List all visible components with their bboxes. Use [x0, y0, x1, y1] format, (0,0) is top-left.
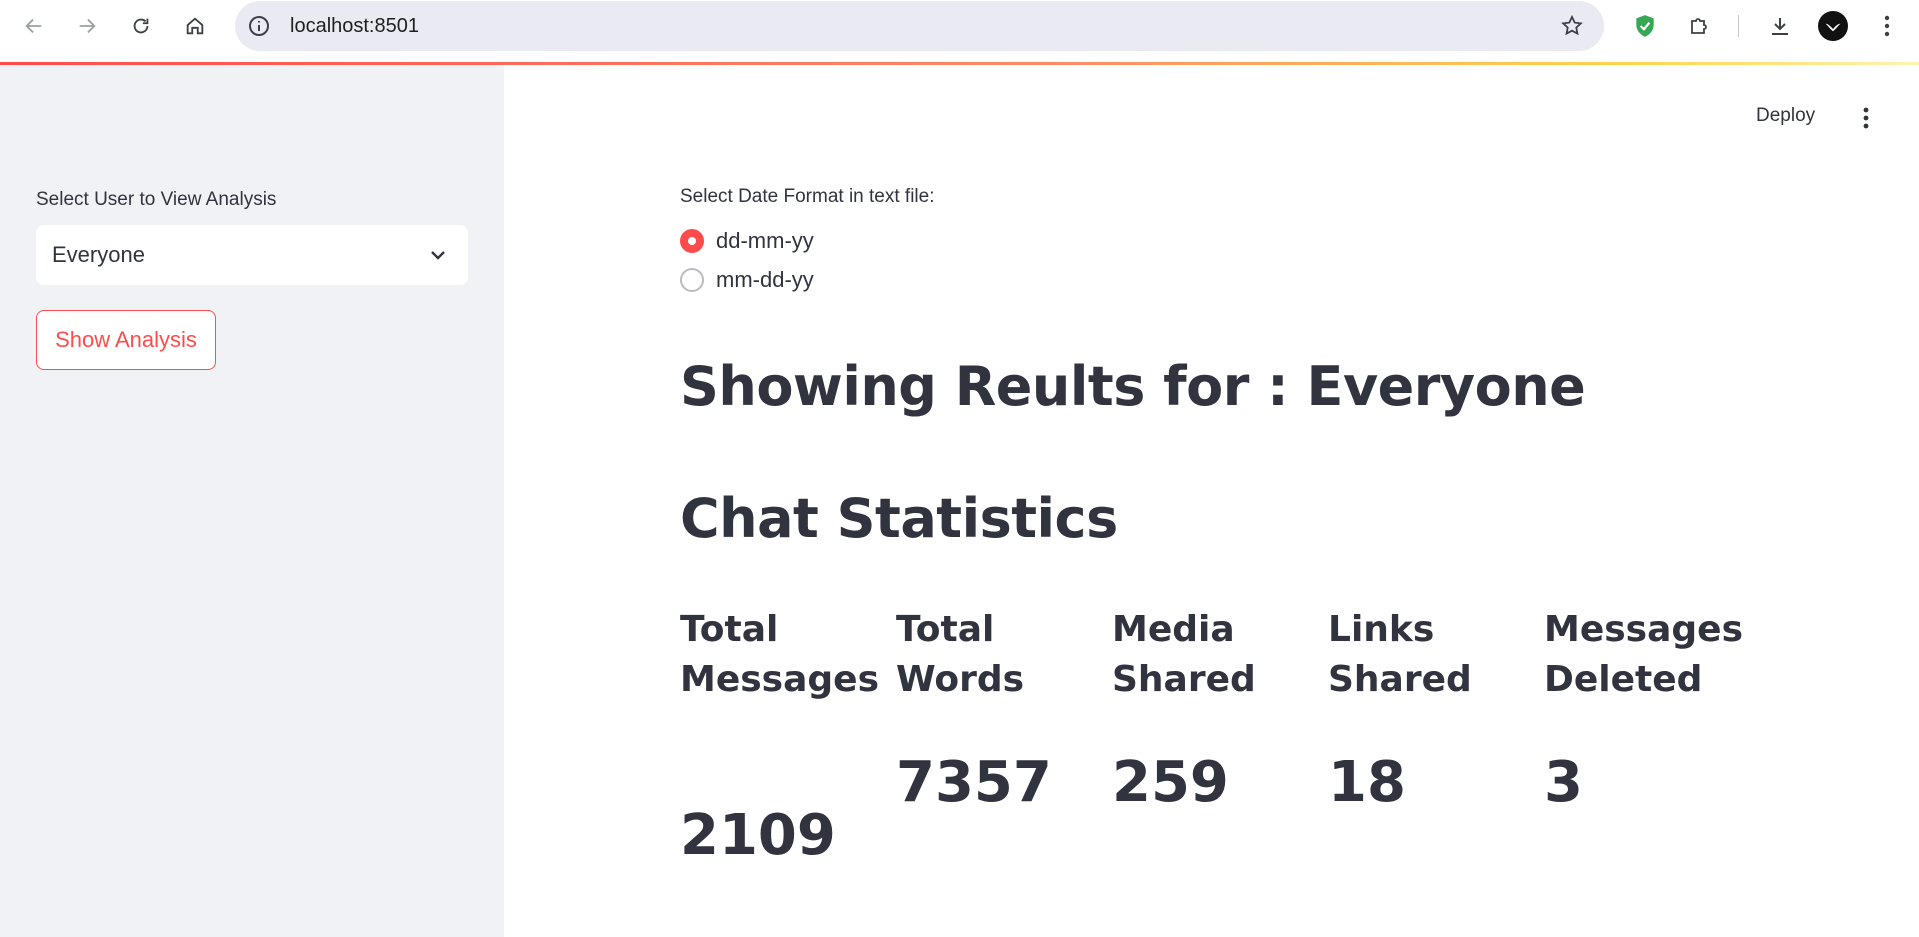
app-menu-icon[interactable]	[1854, 103, 1878, 133]
stat-value-messages-deleted: 3	[1544, 750, 1583, 815]
stat-label: Deleted	[1544, 659, 1703, 700]
date-format-label: Select Date Format in text file:	[680, 186, 935, 207]
extensions-puzzle-icon[interactable]	[1685, 11, 1715, 41]
stat-value-total-words: 7357	[896, 750, 1052, 815]
show-analysis-button[interactable]: Show Analysis	[36, 310, 216, 370]
bookmark-star-icon[interactable]	[1560, 14, 1584, 38]
user-select-value[interactable]: Everyone	[52, 225, 145, 285]
sidebar: Select User to View Analysis Everyone Sh…	[0, 65, 504, 937]
stat-label: Shared	[1328, 659, 1472, 700]
chat-statistics-heading: Chat Statistics	[680, 487, 1118, 550]
profile-avatar[interactable]	[1818, 11, 1848, 41]
forward-icon[interactable]	[70, 9, 104, 43]
stat-label: Shared	[1112, 659, 1256, 700]
user-select[interactable]: Everyone	[36, 225, 468, 285]
download-icon[interactable]	[1765, 11, 1795, 41]
radio-option-dd-mm-yy[interactable]: dd-mm-yy	[680, 226, 814, 256]
home-icon[interactable]	[178, 9, 212, 43]
stat-links-shared: Links Shared	[1328, 605, 1528, 705]
stat-label: Links	[1328, 609, 1435, 650]
stat-label: Total	[896, 609, 995, 650]
toolbar-divider	[1738, 15, 1739, 37]
stat-value-media-shared: 259	[1112, 750, 1229, 815]
chevron-down-icon[interactable]	[426, 243, 450, 267]
url-text[interactable]: localhost:8501	[290, 1, 419, 51]
stat-messages-deleted: Messages Deleted	[1544, 605, 1744, 705]
main-content: Deploy Select Date Format in text file: …	[504, 65, 1919, 937]
radio-option-label: mm-dd-yy	[716, 267, 814, 292]
back-icon[interactable]	[17, 9, 51, 43]
site-info-icon[interactable]	[247, 14, 271, 38]
stat-media-shared: Media Shared	[1112, 605, 1312, 705]
reload-icon[interactable]	[124, 9, 158, 43]
browser-toolbar: localhost:8501	[0, 0, 1919, 62]
stat-label: Messages	[680, 659, 880, 700]
stat-label: Words	[896, 659, 1025, 700]
stat-total-words: Total Words	[896, 605, 1096, 705]
select-user-label: Select User to View Analysis	[36, 189, 277, 210]
address-bar[interactable]: localhost:8501	[235, 1, 1604, 51]
shield-extension-icon[interactable]	[1630, 11, 1660, 41]
deploy-button[interactable]: Deploy	[1756, 105, 1815, 127]
radio-selected-indicator[interactable]	[680, 229, 704, 253]
stat-label: Total	[680, 609, 779, 650]
stat-label: Messages	[1544, 609, 1744, 650]
radio-unselected-indicator[interactable]	[680, 268, 704, 292]
stat-value-links-shared: 18	[1328, 750, 1406, 815]
stat-total-messages: Total Messages	[680, 605, 880, 705]
radio-option-label: dd-mm-yy	[716, 228, 814, 253]
stat-label: Media	[1112, 609, 1235, 650]
stat-value-total-messages: 2109	[680, 803, 836, 868]
results-heading: Showing Reults for : Everyone	[680, 355, 1586, 418]
radio-option-mm-dd-yy[interactable]: mm-dd-yy	[680, 265, 814, 295]
browser-menu-icon[interactable]	[1872, 11, 1902, 41]
